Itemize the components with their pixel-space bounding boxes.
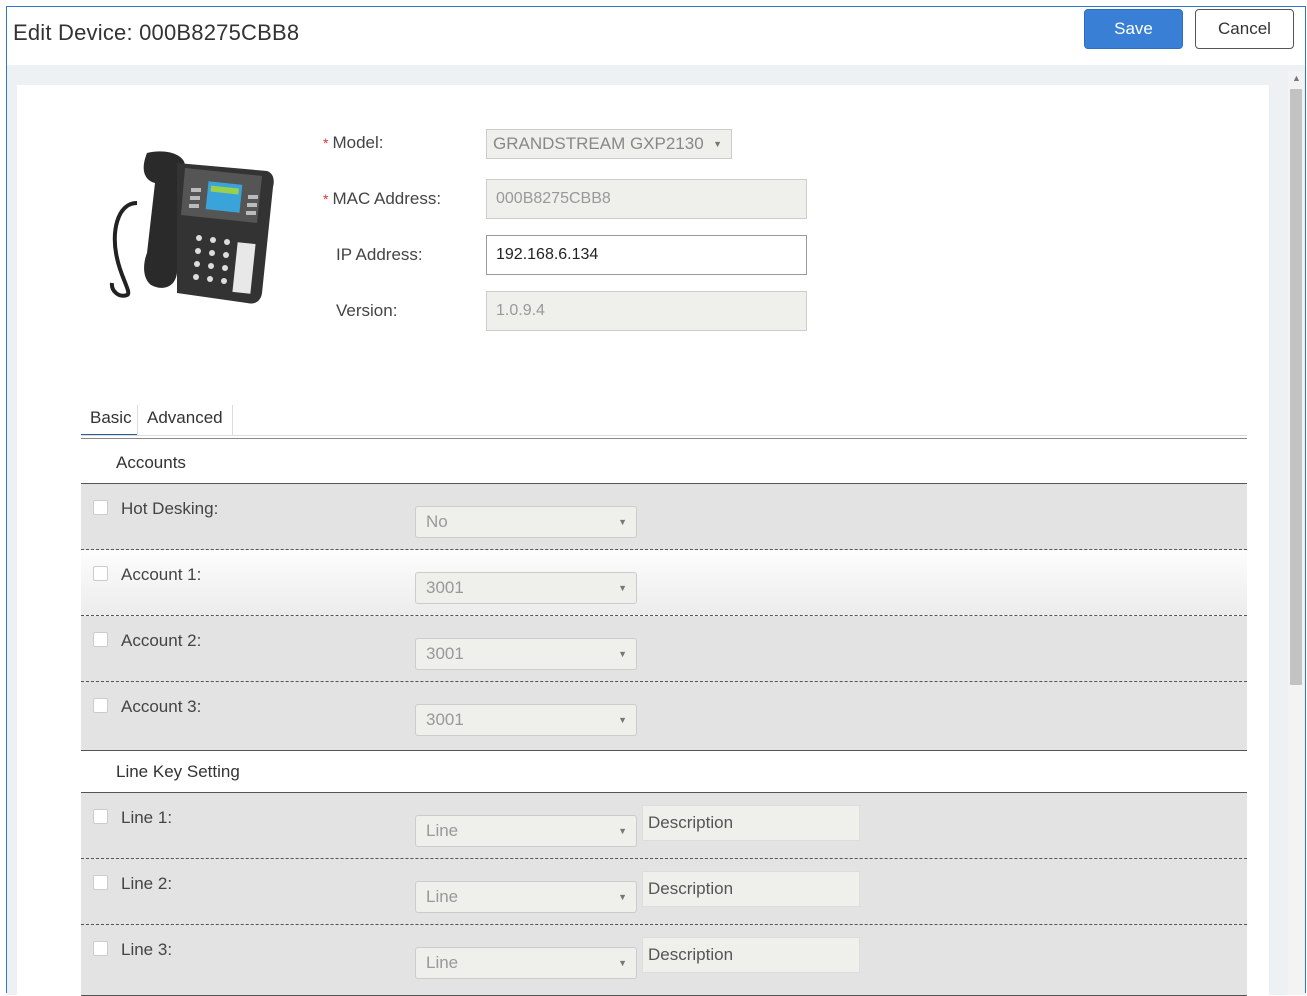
- row-label: Account 2:: [121, 631, 202, 650]
- chevron-down-icon: ▼: [618, 517, 627, 527]
- chevron-down-icon: ▼: [713, 139, 722, 149]
- mac-address-field: 000B8275CBB8: [486, 179, 807, 219]
- account-2-checkbox[interactable]: [93, 632, 108, 647]
- required-mark: *: [323, 135, 329, 151]
- tab-divider: [232, 405, 233, 435]
- select-value: Line: [426, 887, 459, 906]
- line-1-type-select[interactable]: Line ▼: [415, 815, 637, 847]
- scroll-thumb[interactable]: [1290, 89, 1302, 685]
- line-key-section-title: Line Key Setting: [116, 762, 240, 781]
- line-3-type-select[interactable]: Line ▼: [415, 947, 637, 979]
- accounts-list: Hot Desking: No ▼ Account 1: 3001 ▼ Accoun…: [81, 483, 1247, 751]
- line-2-type-select[interactable]: Line ▼: [415, 881, 637, 913]
- desk-phone-image: [109, 151, 274, 304]
- line-1-description-input[interactable]: Description: [642, 805, 860, 841]
- select-value: 3001: [426, 644, 464, 663]
- ip-label: IP Address:: [336, 245, 423, 264]
- save-button[interactable]: Save: [1084, 9, 1183, 49]
- model-select-value: GRANDSTREAM GXP2130: [493, 134, 704, 153]
- version-label: Version:: [336, 301, 398, 320]
- line-2-checkbox[interactable]: [93, 875, 108, 890]
- chevron-down-icon: ▼: [618, 826, 627, 836]
- model-select[interactable]: GRANDSTREAM GXP2130 ▼: [486, 129, 732, 159]
- hot-desking-checkbox[interactable]: [93, 500, 108, 515]
- list-item: Account 3: 3001 ▼: [81, 682, 1247, 748]
- account-3-checkbox[interactable]: [93, 698, 108, 713]
- account-1-checkbox[interactable]: [93, 566, 108, 581]
- line-3-checkbox[interactable]: [93, 941, 108, 956]
- version-field: 1.0.9.4: [486, 291, 807, 331]
- select-value: 3001: [426, 578, 464, 597]
- tab-divider: [137, 405, 138, 435]
- model-label-text: Model:: [332, 133, 384, 152]
- select-value: 3001: [426, 710, 464, 729]
- tab-basic[interactable]: Basic: [90, 402, 132, 434]
- row-label: Account 1:: [121, 565, 202, 584]
- line-3-description-input[interactable]: Description: [642, 937, 860, 973]
- chevron-down-icon: ▼: [618, 583, 627, 593]
- account-3-select[interactable]: 3001 ▼: [415, 704, 637, 736]
- list-item: Account 1: 3001 ▼: [81, 550, 1247, 616]
- select-value: Line: [426, 953, 459, 972]
- account-1-select[interactable]: 3001 ▼: [415, 572, 637, 604]
- select-value: No: [426, 512, 448, 531]
- mac-label: * MAC Address:: [323, 189, 441, 209]
- list-item: Hot Desking: No ▼: [81, 484, 1247, 550]
- hot-desking-select[interactable]: No ▼: [415, 506, 637, 538]
- chevron-down-icon: ▼: [618, 892, 627, 902]
- account-2-select[interactable]: 3001 ▼: [415, 638, 637, 670]
- mac-label-text: MAC Address:: [332, 189, 442, 208]
- line-1-checkbox[interactable]: [93, 809, 108, 824]
- list-item: Account 2: 3001 ▼: [81, 616, 1247, 682]
- line-2-description-input[interactable]: Description: [642, 871, 860, 907]
- edit-device-dialog: Edit Device: 000B8275CBB8 Save Cancel ▲ …: [6, 6, 1306, 996]
- row-label: Hot Desking:: [121, 499, 219, 518]
- cancel-button[interactable]: Cancel: [1195, 9, 1294, 49]
- list-item: Line 1: Line ▼ Description: [81, 793, 1247, 859]
- dialog-header: Edit Device: 000B8275CBB8 Save Cancel: [7, 7, 1305, 65]
- tab-underline: [81, 435, 1247, 439]
- chevron-down-icon: ▼: [618, 958, 627, 968]
- row-label: Account 3:: [121, 697, 202, 716]
- ip-address-input[interactable]: 192.168.6.134: [486, 235, 807, 275]
- scroll-up-icon[interactable]: ▲: [1292, 73, 1301, 83]
- vertical-scrollbar[interactable]: ▲: [1288, 71, 1304, 995]
- page-title: Edit Device: 000B8275CBB8: [13, 20, 300, 45]
- line-key-list: Line 1: Line ▼ Description Line 2: Line ▼ …: [81, 792, 1247, 996]
- row-label: Line 3:: [121, 940, 173, 959]
- required-mark: *: [323, 191, 329, 207]
- accounts-section-title: Accounts: [116, 453, 186, 472]
- select-value: Line: [426, 821, 459, 840]
- row-label: Line 2:: [121, 874, 173, 893]
- list-item: Line 3: Line ▼ Description: [81, 925, 1247, 991]
- model-label: * Model:: [323, 133, 383, 153]
- list-item: Line 2: Line ▼ Description: [81, 859, 1247, 925]
- chevron-down-icon: ▼: [618, 715, 627, 725]
- chevron-down-icon: ▼: [618, 649, 627, 659]
- tab-advanced[interactable]: Advanced: [147, 402, 223, 434]
- row-label: Line 1:: [121, 808, 173, 827]
